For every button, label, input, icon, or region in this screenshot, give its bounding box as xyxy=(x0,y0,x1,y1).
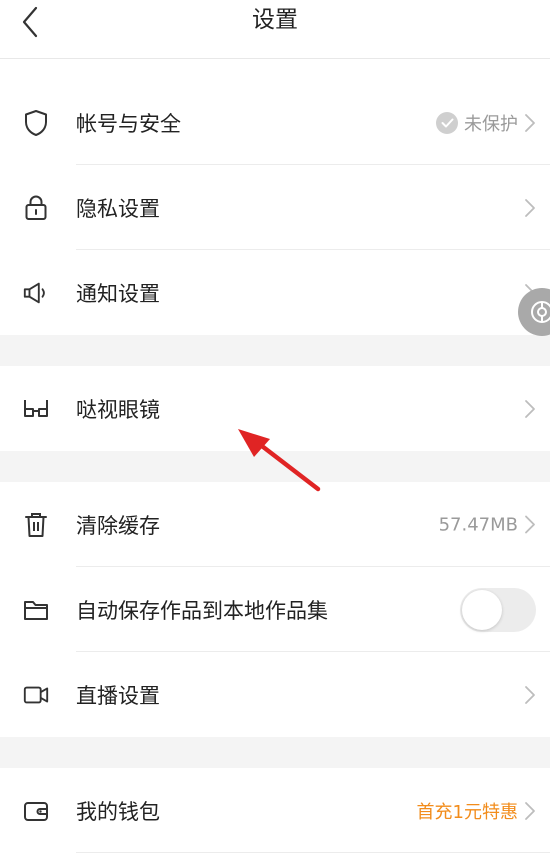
chevron-right-icon xyxy=(525,399,535,418)
chevron-right-icon xyxy=(525,685,535,704)
top-bar: 设置 xyxy=(0,0,550,59)
privacy-settings-item[interactable]: 隐私设置 xyxy=(0,165,550,250)
protection-status: 未保护 xyxy=(464,113,518,135)
account-security-item[interactable]: 帐号与安全 未保护 xyxy=(0,80,550,165)
aperture-icon xyxy=(531,301,550,323)
notification-settings-item[interactable]: 通知设置 xyxy=(0,250,550,335)
glasses-icon xyxy=(22,395,50,423)
video-camera-icon xyxy=(22,681,50,709)
auto-save-label: 自动保存作品到本地作品集 xyxy=(76,598,328,623)
toggle-knob xyxy=(462,589,502,630)
trash-icon xyxy=(22,511,50,539)
speaker-icon xyxy=(22,279,50,307)
lock-icon xyxy=(22,194,50,222)
clear-cache-label: 清除缓存 xyxy=(76,513,160,538)
settings-group-1: 帐号与安全 未保护 隐私设置 通知设置 xyxy=(0,80,550,335)
folder-icon xyxy=(22,596,50,624)
privacy-settings-label: 隐私设置 xyxy=(76,196,160,221)
notification-settings-label: 通知设置 xyxy=(76,281,160,306)
chevron-right-icon xyxy=(525,113,535,132)
live-settings-item[interactable]: 直播设置 xyxy=(0,652,550,737)
section-gap xyxy=(0,335,550,366)
page-title: 设置 xyxy=(252,7,298,33)
divider xyxy=(76,852,550,853)
annotation-arrow-icon xyxy=(238,429,321,492)
glasses-label: 哒视眼镜 xyxy=(76,397,160,422)
wallet-item[interactable]: 我的钱包 首充1元特惠 xyxy=(0,768,550,853)
chevron-right-icon xyxy=(525,198,535,217)
auto-save-toggle[interactable] xyxy=(460,587,536,632)
wallet-icon xyxy=(22,797,50,825)
check-circle-icon xyxy=(436,111,458,134)
auto-save-item: 自动保存作品到本地作品集 xyxy=(0,567,550,652)
settings-group-4: 我的钱包 首充1元特惠 xyxy=(0,768,550,853)
shield-icon xyxy=(22,109,50,137)
account-security-label: 帐号与安全 xyxy=(76,111,181,136)
section-gap xyxy=(0,737,550,768)
chevron-right-icon xyxy=(525,801,535,820)
chevron-right-icon xyxy=(525,515,535,534)
first-recharge-promo: 首充1元特惠 xyxy=(416,801,518,823)
settings-group-3: 清除缓存 57.47MB 自动保存作品到本地作品集 直播设置 xyxy=(0,482,550,737)
cache-size: 57.47MB xyxy=(438,514,518,535)
live-settings-label: 直播设置 xyxy=(76,683,160,708)
wallet-label: 我的钱包 xyxy=(76,799,160,824)
